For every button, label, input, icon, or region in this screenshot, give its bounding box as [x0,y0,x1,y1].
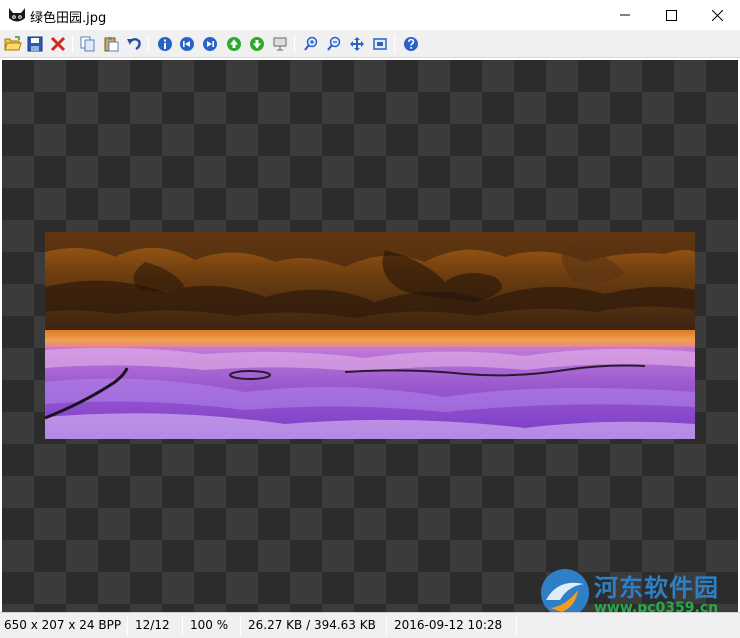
last-image-button[interactable] [200,34,220,54]
status-zoom: 100 % [190,618,229,632]
status-dimensions: 650 x 207 x 24 BPP [4,618,122,632]
zoom-out-button[interactable] [324,34,344,54]
minimize-button[interactable] [602,0,648,30]
last-image-icon [202,36,218,52]
status-datetime: 2016-09-12 10:28 [394,618,503,632]
slideshow-icon [272,36,288,52]
zoom-in-button[interactable] [301,34,321,54]
image-canvas[interactable]: 河东软件园 www.pc0359.cn [2,60,738,612]
maximize-icon [665,9,677,21]
status-bar: 650 x 207 x 24 BPP 12/12 100 % 26.27 KB … [0,612,740,638]
delete-button[interactable] [48,34,68,54]
save-icon [27,36,43,52]
help-icon [403,36,419,52]
watermark: 河东软件园 www.pc0359.cn [538,566,738,612]
first-image-button[interactable] [177,34,197,54]
paste-button[interactable] [101,34,121,54]
status-divider [516,616,517,636]
paste-icon [103,36,119,52]
toolbar-separator [394,35,395,53]
toolbar-separator [148,35,149,53]
watermark-logo-icon [538,566,592,612]
toolbar [0,30,740,58]
fit-to-window-icon [349,36,365,52]
toolbar-separator [294,35,295,53]
minimize-icon [620,10,630,20]
info-icon [157,36,173,52]
zoom-out-icon [326,36,342,52]
save-button[interactable] [25,34,45,54]
info-button[interactable] [155,34,175,54]
status-divider [182,616,183,636]
help-button[interactable] [401,34,421,54]
undo-icon [126,36,142,52]
actual-size-icon [372,36,388,52]
maximize-button[interactable] [648,0,694,30]
previous-image-button[interactable] [224,34,244,54]
status-divider [240,616,241,636]
open-button[interactable] [3,34,23,54]
fit-to-window-button[interactable] [347,34,367,54]
watermark-title: 河东软件园 [594,573,719,602]
next-image-icon [249,36,265,52]
zoom-in-icon [303,36,319,52]
status-divider [386,616,387,636]
window-title: 绿色田园.jpg [30,11,107,26]
first-image-icon [179,36,195,52]
copy-icon [80,36,96,52]
status-size: 26.27 KB / 394.63 KB [248,618,376,632]
image-viewer-window: 绿色田园.jpg 河东软件园 www.pc0359.cn 650 x 207 x… [0,0,740,638]
copy-button[interactable] [78,34,98,54]
actual-size-button[interactable] [370,34,390,54]
displayed-image [45,232,695,439]
next-image-button[interactable] [247,34,267,54]
undo-button[interactable] [124,34,144,54]
title-bar[interactable]: 绿色田园.jpg [0,0,740,30]
close-icon [711,9,723,21]
status-divider [127,616,128,636]
slideshow-button[interactable] [270,34,290,54]
delete-icon [50,36,66,52]
watermark-url: www.pc0359.cn [594,600,719,612]
toolbar-separator [72,35,73,53]
status-index: 12/12 [135,618,170,632]
cat-face-icon [8,7,26,24]
open-folder-icon [4,36,22,52]
close-button[interactable] [694,0,740,30]
previous-image-icon [226,36,242,52]
